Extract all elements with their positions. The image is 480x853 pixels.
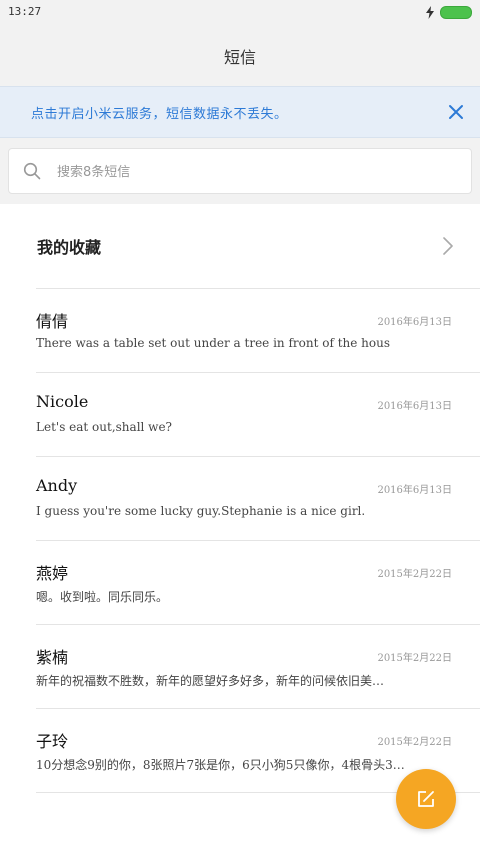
message-item-2[interactable]: Nicole 2016年6月13日 Let's eat out,shall we… [0,372,480,456]
message-date: 2015年2月22日 [377,737,452,748]
message-date: 2016年6月13日 [377,401,452,412]
favorites-row[interactable]: 我的收藏 [0,204,480,288]
message-item-5[interactable]: 紫楠 2015年2月22日 新年的祝福数不胜数，新年的愿望好多好多，新年的问候依… [0,624,480,708]
page-title: 短信 [223,48,256,67]
message-preview: 新年的祝福数不胜数，新年的愿望好多好多，新年的问候依旧美… [36,674,385,688]
sender-name: 倩倩 [36,312,69,331]
message-preview: 嗯。收到啦。同乐同乐。 [36,590,169,604]
search-icon [23,162,41,180]
message-preview: I guess you're some lucky guy.Stephanie … [36,504,366,518]
sender-name: Nicole [36,392,89,411]
sender-name: 燕婷 [36,564,69,583]
compose-button[interactable] [396,769,456,829]
message-date: 2016年6月13日 [377,485,452,496]
message-date: 2016年6月13日 [377,317,452,328]
message-item-4[interactable]: 燕婷 2015年2月22日 嗯。收到啦。同乐同乐。 [0,540,480,624]
message-item-3[interactable]: Andy 2016年6月13日 I guess you're some luck… [0,456,480,540]
banner-text[interactable]: 点击开启小米云服务，短信数据永不丢失。 [31,103,288,122]
message-preview: 10分想念9别的你，8张照片7张是你，6只小狗5只像你，4根骨头3… [36,758,405,772]
sender-name: Andy [36,476,78,495]
cloud-service-banner[interactable]: 点击开启小米云服务，短信数据永不丢失。 [0,86,480,138]
message-item-1[interactable]: 倩倩 2016年6月13日 There was a table set out … [0,288,480,372]
search-box[interactable] [8,148,472,194]
close-icon[interactable] [446,102,466,122]
charging-icon [426,6,434,19]
message-date: 2015年2月22日 [377,653,452,664]
status-time: 13:27 [8,5,42,18]
compose-icon [418,791,434,807]
message-preview: Let's eat out,shall we? [36,420,172,434]
message-date: 2015年2月22日 [377,569,452,580]
search-area [0,138,480,204]
status-icons [426,6,472,19]
favorites-label: 我的收藏 [37,238,102,257]
sender-name: 紫楠 [36,648,69,667]
page-header: 短信 [0,26,480,86]
battery-icon [440,6,472,19]
search-input[interactable] [55,159,459,185]
message-preview: There was a table set out under a tree i… [36,336,391,350]
status-bar: 13:27 [0,0,480,26]
sender-name: 子玲 [36,732,69,751]
chevron-right-icon [443,237,453,255]
